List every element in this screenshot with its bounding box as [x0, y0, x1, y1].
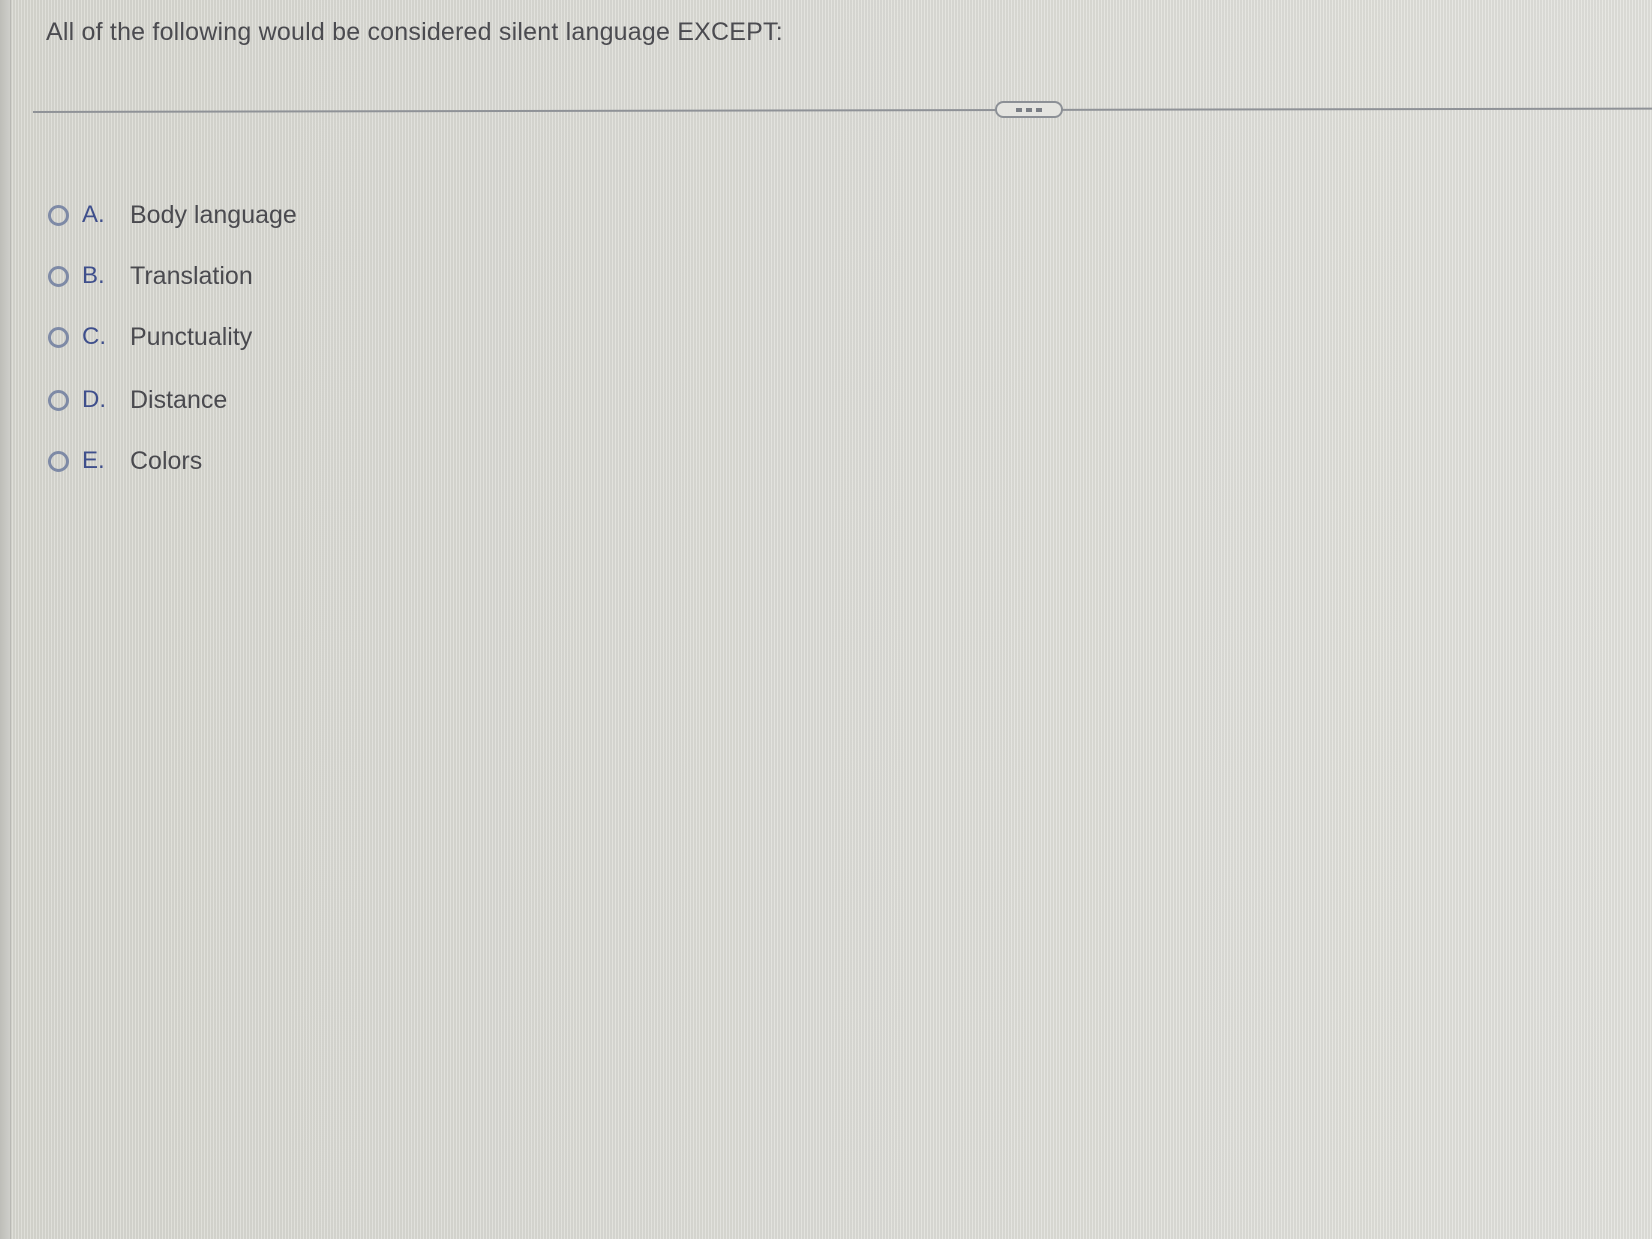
radio-button[interactable]: [48, 204, 69, 226]
radio-button[interactable]: [48, 450, 69, 472]
radio-button[interactable]: [48, 389, 69, 411]
option-label[interactable]: Distance: [130, 386, 227, 415]
question-prompt: All of the following would be considered…: [46, 18, 783, 46]
answer-option-c[interactable]: C. Punctuality: [48, 323, 297, 352]
option-letter: C.: [82, 323, 106, 350]
option-letter: A.: [82, 201, 105, 228]
answer-option-d[interactable]: D. Distance: [48, 386, 297, 415]
answer-option-b[interactable]: B. Translation: [48, 262, 297, 291]
option-letter: B.: [82, 262, 105, 289]
option-label[interactable]: Punctuality: [130, 323, 252, 352]
ellipsis-icon-dot: [1036, 107, 1042, 112]
option-letter: E.: [82, 447, 105, 474]
option-label[interactable]: Body language: [130, 201, 297, 230]
radio-button[interactable]: [48, 265, 69, 287]
expand-more-button[interactable]: [995, 101, 1063, 118]
question-divider: [32, 107, 1652, 113]
window-left-edge: [0, 0, 11, 1239]
answer-option-e[interactable]: E. Colors: [48, 447, 297, 476]
option-label[interactable]: Translation: [130, 262, 253, 291]
ellipsis-icon-dot: [1026, 107, 1032, 112]
radio-button[interactable]: [48, 326, 69, 348]
answer-options: A. Body language B. Translation C. Punct…: [48, 201, 297, 476]
answer-option-a[interactable]: A. Body language: [48, 201, 297, 230]
option-letter: D.: [82, 386, 106, 413]
ellipsis-icon-dot: [1016, 107, 1022, 112]
option-label[interactable]: Colors: [130, 447, 202, 476]
